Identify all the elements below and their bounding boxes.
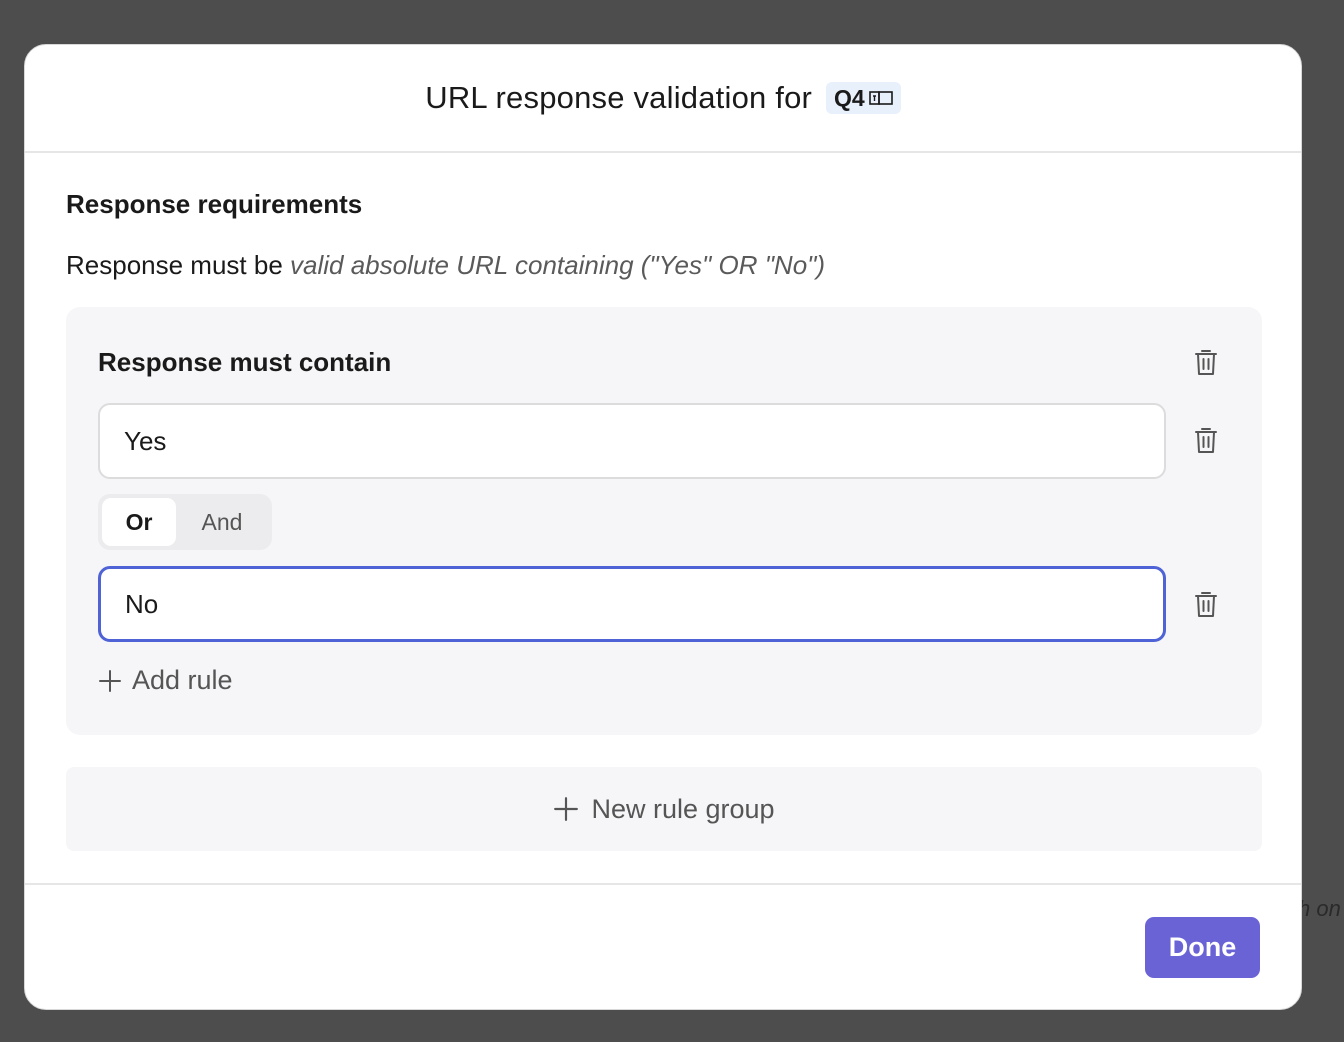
validation-modal: URL response validation for Q4 Response … — [24, 44, 1302, 1010]
requirements-summary: Response must be valid absolute URL cont… — [66, 250, 1260, 281]
add-rule-button[interactable]: Add rule — [98, 665, 233, 696]
summary-rule: valid absolute URL containing ("Yes" OR … — [290, 250, 826, 280]
new-rule-group-button[interactable]: New rule group — [66, 767, 1262, 851]
operator-and[interactable]: And — [176, 498, 268, 546]
rule-group-title: Response must contain — [98, 347, 392, 377]
done-button[interactable]: Done — [1145, 917, 1260, 978]
section-title: Response requirements — [66, 189, 363, 219]
backdrop-partial-text: h on — [1298, 896, 1341, 921]
question-badge-label: Q4 — [834, 84, 865, 111]
variable-icon — [868, 91, 893, 105]
new-rule-group-label: New rule group — [591, 793, 775, 824]
add-rule-label: Add rule — [132, 665, 233, 695]
question-badge: Q4 — [826, 82, 901, 114]
rule-input-1[interactable] — [98, 403, 1166, 479]
rule-group: Response must contain Or And — [66, 307, 1262, 735]
delete-group-button[interactable] — [1192, 347, 1220, 377]
modal-title: URL response validation for — [425, 80, 813, 115]
operator-toggle: Or And — [98, 494, 272, 550]
operator-or[interactable]: Or — [102, 498, 176, 546]
trash-icon — [1195, 350, 1217, 375]
plus-icon — [554, 797, 579, 821]
modal-footer: Done — [25, 883, 1301, 1009]
trash-icon — [1195, 592, 1217, 617]
trash-icon — [1195, 428, 1217, 453]
plus-icon — [99, 669, 121, 692]
summary-prefix: Response must be — [66, 250, 291, 280]
modal-header: URL response validation for Q4 — [25, 45, 1301, 153]
delete-rule-2-button[interactable] — [1192, 589, 1220, 619]
delete-rule-1-button[interactable] — [1192, 425, 1220, 455]
rule-input-2[interactable] — [98, 566, 1166, 642]
